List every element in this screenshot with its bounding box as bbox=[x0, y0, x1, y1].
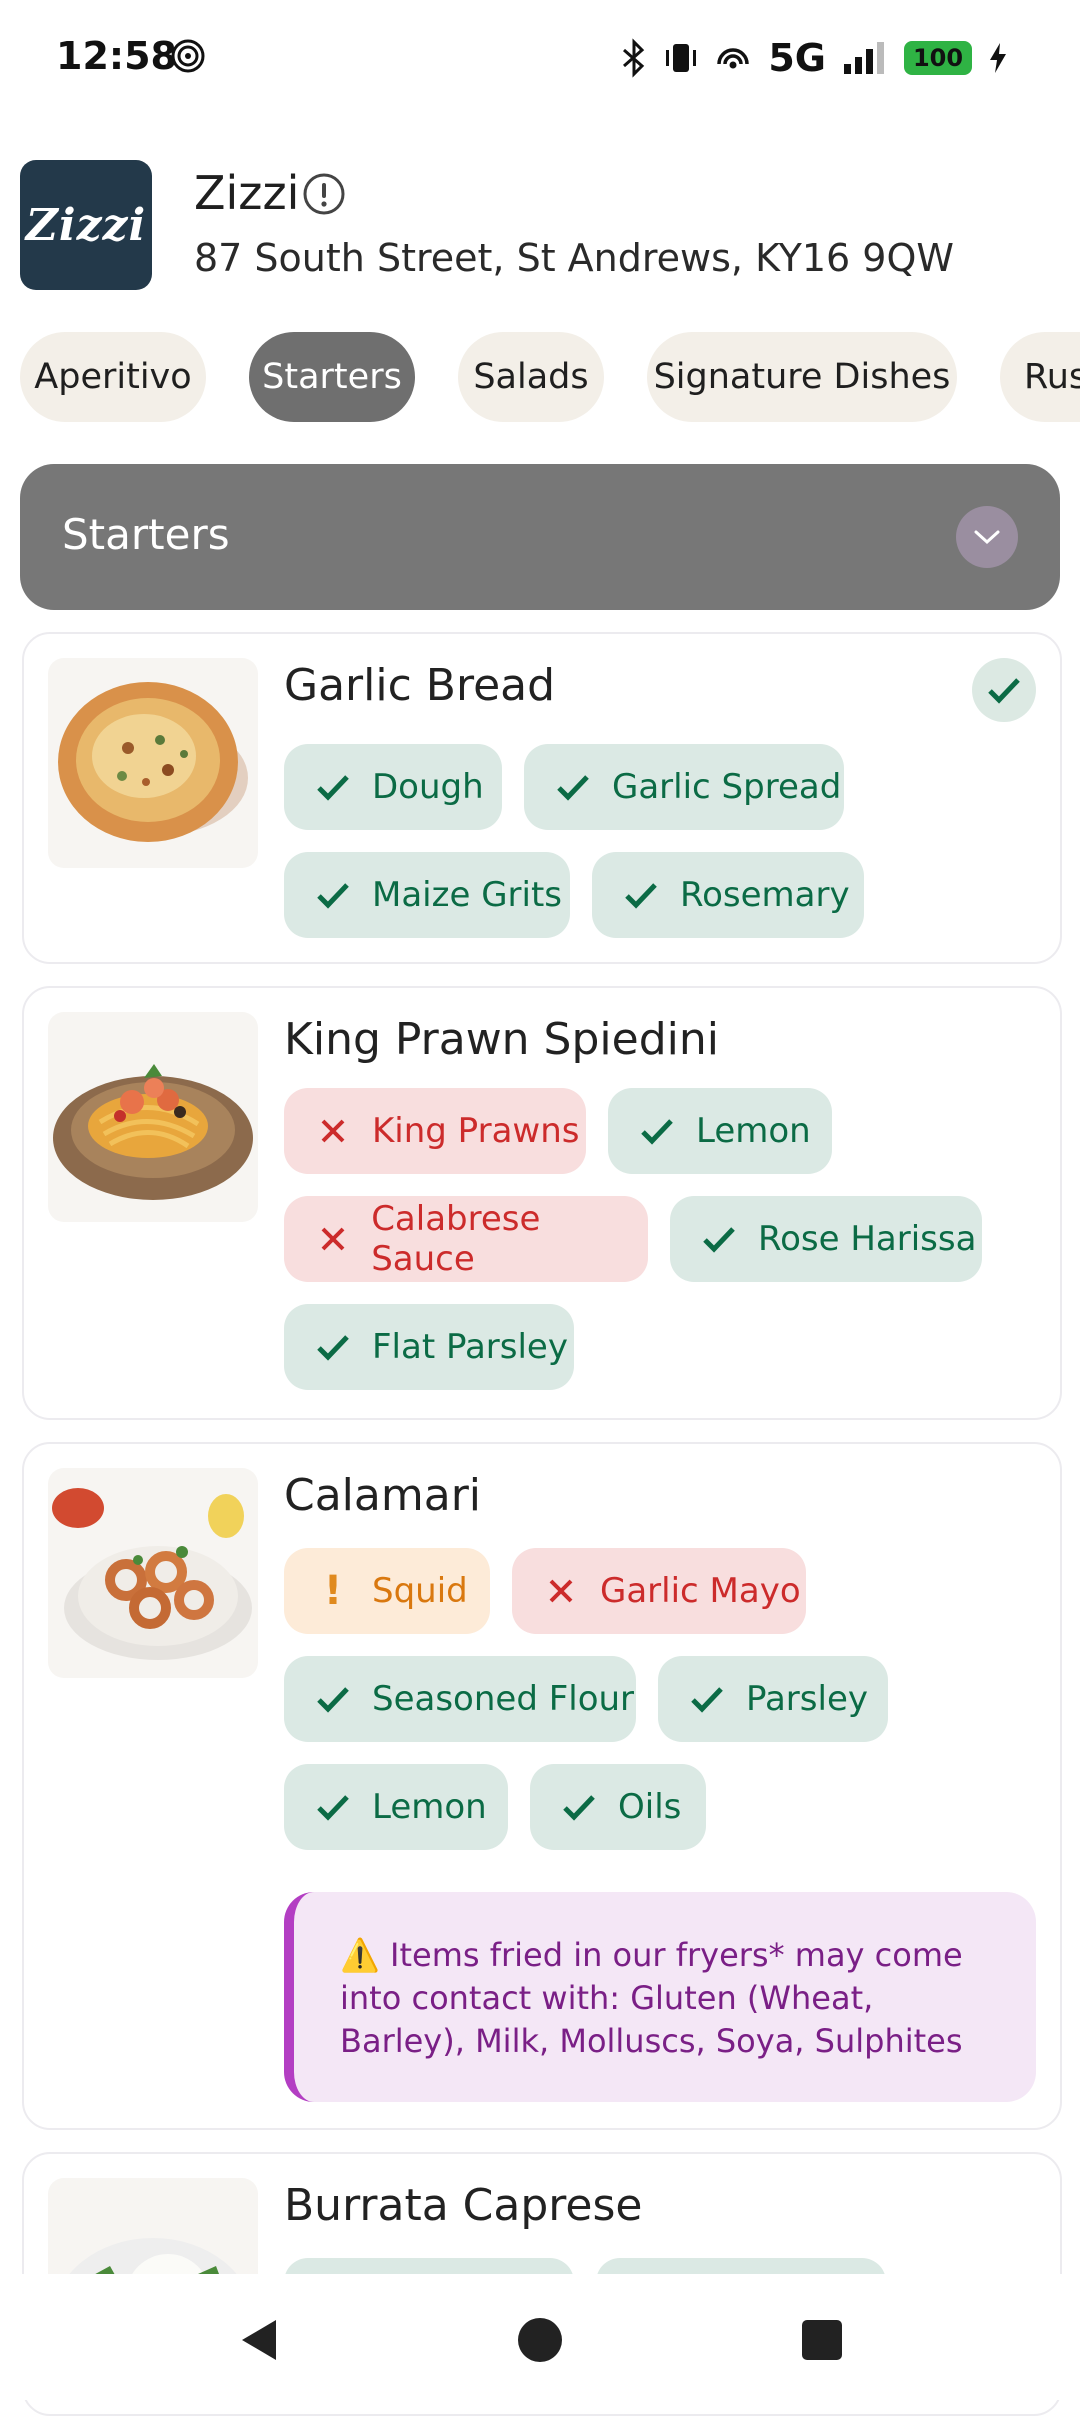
ingredient-label: Oils bbox=[618, 1787, 682, 1827]
ingredient-label: Maize Grits bbox=[372, 875, 563, 915]
ingredient-label: Garlic Spread bbox=[612, 767, 842, 807]
section-header-starters[interactable]: Starters bbox=[20, 464, 1060, 610]
ingredient-label: Garlic Mayo bbox=[600, 1571, 801, 1611]
tab-label: Starters bbox=[262, 357, 402, 397]
ingredient-tag: Rose Harissa bbox=[670, 1196, 982, 1282]
battery-icon: 100 bbox=[904, 41, 972, 75]
ingredient-tag: Maize Grits bbox=[284, 852, 570, 938]
category-tabs[interactable]: Aperitivo Starters Salads Signature Dish… bbox=[20, 332, 1080, 424]
ingredient-tag: Dough bbox=[284, 744, 502, 830]
restaurant-address: 87 South Street, St Andrews, KY16 9QW bbox=[194, 236, 954, 280]
dish-card-king-prawn-spiedini[interactable]: King Prawn Spiedini King Prawns Lemon Ca… bbox=[22, 986, 1062, 1420]
back-icon bbox=[242, 2320, 276, 2360]
restaurant-logo: Zizzi bbox=[20, 160, 152, 290]
charging-icon bbox=[990, 43, 1006, 73]
logo-text: Zizzi bbox=[25, 199, 147, 251]
check-icon bbox=[557, 775, 589, 801]
ingredient-tag: Flat Parsley bbox=[284, 1304, 574, 1390]
check-icon bbox=[317, 883, 349, 909]
ingredient-tag: Lemon bbox=[608, 1088, 832, 1174]
allergen-notice-text: ⚠️ Items fried in our fryers* may come i… bbox=[340, 1936, 963, 2060]
ingredient-label: Seasoned Flour bbox=[372, 1679, 635, 1719]
battery-level: 100 bbox=[912, 44, 964, 72]
check-icon bbox=[641, 1119, 673, 1145]
info-icon[interactable] bbox=[302, 172, 346, 216]
ingredient-label: Flat Parsley bbox=[372, 1327, 568, 1367]
check-icon bbox=[691, 1687, 723, 1713]
cross-icon bbox=[549, 1579, 573, 1603]
check-icon bbox=[625, 883, 657, 909]
check-icon bbox=[563, 1795, 595, 1821]
dish-card-calamari[interactable]: Calamari ! Squid Garlic Mayo Seasoned Fl… bbox=[22, 1442, 1062, 2130]
dish-image-king-prawn-spiedini bbox=[48, 1012, 258, 1222]
cross-icon bbox=[321, 1227, 345, 1251]
tab-label: Signature Dishes bbox=[653, 357, 951, 397]
bluetooth-icon bbox=[623, 38, 645, 78]
restaurant-name: Zizzi bbox=[194, 166, 300, 220]
tab-signature-dishes[interactable]: Signature Dishes bbox=[647, 332, 957, 422]
home-icon bbox=[518, 2318, 562, 2362]
dish-name: Burrata Caprese bbox=[284, 2180, 643, 2231]
tab-starters[interactable]: Starters bbox=[249, 332, 415, 422]
ingredient-label: King Prawns bbox=[372, 1111, 580, 1151]
ingredient-tag: ! Squid bbox=[284, 1548, 490, 1634]
ingredient-label: Lemon bbox=[372, 1787, 487, 1827]
status-icons: 5G 100 bbox=[620, 34, 1008, 82]
dish-name: Garlic Bread bbox=[284, 660, 556, 711]
allergen-notice: ⚠️ Items fried in our fryers* may come i… bbox=[284, 1892, 1036, 2102]
check-icon bbox=[317, 775, 349, 801]
dish-card-garlic-bread[interactable]: Garlic Bread Dough Garlic Spread Maize G… bbox=[22, 632, 1062, 964]
tab-aperitivo[interactable]: Aperitivo bbox=[20, 332, 206, 422]
back-button[interactable] bbox=[228, 2310, 288, 2370]
hotspot-icon bbox=[171, 39, 205, 73]
collapse-button[interactable] bbox=[956, 506, 1018, 568]
signal-icon bbox=[844, 42, 884, 74]
check-icon bbox=[317, 1687, 349, 1713]
system-nav-bar bbox=[0, 2274, 1080, 2400]
ingredient-tag: Garlic Mayo bbox=[512, 1548, 806, 1634]
wifi-calling-icon bbox=[717, 48, 750, 69]
status-time: 12:58 bbox=[56, 34, 177, 78]
selected-badge[interactable] bbox=[972, 658, 1036, 722]
restaurant-header: Zizzi Zizzi 87 South Street, St Andrews,… bbox=[20, 160, 1060, 290]
dish-name: King Prawn Spiedini bbox=[284, 1014, 719, 1065]
ingredient-label: Lemon bbox=[696, 1111, 811, 1151]
ingredient-tag: Parsley bbox=[658, 1656, 888, 1742]
dish-image-garlic-bread bbox=[48, 658, 258, 868]
ingredient-tag: Rosemary bbox=[592, 852, 864, 938]
ingredient-tag: Calabrese Sauce bbox=[284, 1196, 648, 1282]
tab-label: Rustic bbox=[1024, 357, 1080, 397]
home-button[interactable] bbox=[510, 2310, 570, 2370]
ingredient-label: Calabrese Sauce bbox=[371, 1199, 541, 1279]
exclamation-icon: ! bbox=[323, 1568, 343, 1614]
check-icon bbox=[988, 678, 1020, 704]
ingredient-label: Rose Harissa bbox=[758, 1219, 977, 1259]
check-icon bbox=[317, 1795, 349, 1821]
dish-image-calamari bbox=[48, 1468, 258, 1678]
tab-label: Aperitivo bbox=[34, 357, 192, 397]
network-type: 5G bbox=[768, 36, 826, 80]
ingredient-label: Squid bbox=[372, 1571, 468, 1611]
ingredient-tag: Lemon bbox=[284, 1764, 508, 1850]
tab-salads[interactable]: Salads bbox=[458, 332, 604, 422]
tab-rustic[interactable]: Rustic bbox=[1000, 332, 1080, 422]
vibrate-icon bbox=[666, 44, 697, 72]
ingredient-tag: Garlic Spread bbox=[524, 744, 844, 830]
ingredient-tag: Oils bbox=[530, 1764, 706, 1850]
recents-icon bbox=[802, 2320, 842, 2360]
section-title: Starters bbox=[62, 510, 230, 559]
check-icon bbox=[317, 1335, 349, 1361]
chevron-down-icon bbox=[974, 530, 1000, 545]
recents-button[interactable] bbox=[792, 2310, 852, 2370]
ingredient-label: Rosemary bbox=[680, 875, 850, 915]
ingredient-tag: King Prawns bbox=[284, 1088, 586, 1174]
status-bar: 12:58 5G 100 bbox=[0, 0, 1080, 116]
ingredient-tag: Seasoned Flour bbox=[284, 1656, 636, 1742]
ingredient-label: Parsley bbox=[746, 1679, 868, 1719]
ingredient-label: Dough bbox=[372, 767, 484, 807]
tab-label: Salads bbox=[473, 357, 589, 397]
check-icon bbox=[703, 1227, 735, 1253]
dish-name: Calamari bbox=[284, 1470, 482, 1521]
cross-icon bbox=[321, 1119, 345, 1143]
